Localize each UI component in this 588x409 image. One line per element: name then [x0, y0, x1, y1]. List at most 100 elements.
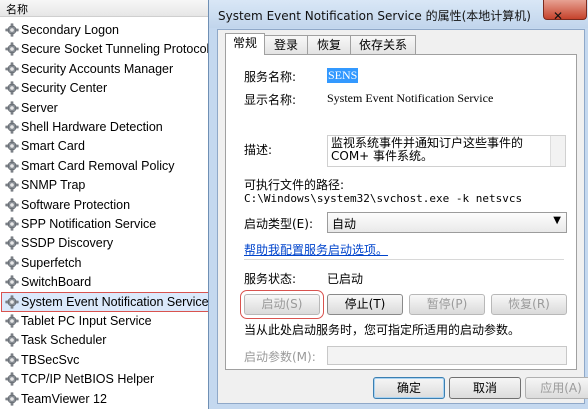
service-name: Smart Card Removal Policy: [21, 158, 175, 173]
resume-button-label: 恢复(R): [508, 297, 550, 311]
pause-button-label: 暂停(P): [426, 297, 468, 311]
service-row[interactable]: SSDP Discovery: [2, 234, 210, 252]
services-list: 名称 Secondary Logon Secure Socket Tunnelin…: [0, 0, 228, 409]
service-row[interactable]: SNMP Trap: [2, 176, 210, 194]
stop-button-label: 停止(T): [344, 297, 386, 311]
service-name: Superfetch: [21, 255, 82, 270]
start-params-label: 启动参数(M):: [244, 350, 316, 364]
column-header-label: 名称: [6, 3, 28, 16]
chevron-down-icon: ▼: [553, 215, 561, 226]
gear-icon: [5, 353, 19, 367]
service-name: Software Protection: [21, 197, 131, 212]
service-name-value[interactable]: SENS: [327, 68, 359, 83]
start-params-input[interactable]: [327, 346, 567, 365]
tab-dependencies[interactable]: 依存关系: [350, 35, 416, 54]
ok-button-label: 确定: [396, 381, 421, 395]
service-row[interactable]: Shell Hardware Detection: [2, 118, 210, 136]
tab-recovery-label: 恢复: [316, 38, 341, 52]
resume-button[interactable]: 恢复(R): [491, 294, 567, 315]
service-row[interactable]: Server: [2, 99, 210, 117]
service-name: SPP Notification Service: [21, 217, 157, 231]
close-icon: ✕: [553, 9, 564, 23]
gear-icon: [5, 198, 19, 212]
gear-icon: [5, 23, 19, 37]
start-button-label: 启动(S): [261, 297, 303, 311]
stop-button[interactable]: 停止(T): [327, 294, 403, 315]
display-name-label: 显示名称:: [244, 93, 297, 107]
service-row[interactable]: SPP Notification Service: [2, 215, 210, 233]
service-row[interactable]: Smart Card Removal Policy: [2, 157, 210, 175]
tab-logon[interactable]: 登录: [264, 35, 308, 54]
gear-icon: [5, 178, 19, 192]
service-name: TCP/IP NetBIOS Helper: [21, 372, 155, 387]
tab-general-label: 常规: [232, 36, 257, 50]
cancel-button[interactable]: 取消: [449, 377, 521, 399]
description-label: 描述:: [244, 143, 273, 157]
gear-icon: [5, 314, 19, 328]
service-status-value: 已启动: [327, 272, 364, 286]
general-tab-panel: 服务名称: SENS 显示名称: System Event Notificati…: [225, 54, 577, 370]
service-status-label: 服务状态:: [244, 272, 297, 286]
tab-dependencies-label: 依存关系: [358, 38, 407, 52]
service-name-label: 服务名称:: [244, 70, 297, 84]
gear-icon: [5, 81, 19, 95]
service-name: Security Accounts Manager: [21, 61, 174, 76]
gear-icon: [5, 217, 19, 231]
service-row[interactable]: Secure Socket Tunneling Protocol Se: [2, 40, 228, 58]
gear-icon: [5, 372, 19, 386]
gear-icon: [5, 392, 19, 406]
service-row[interactable]: TeamViewer 12: [2, 390, 210, 408]
startup-type-label: 启动类型(E):: [244, 217, 313, 231]
gear-icon: [5, 236, 19, 250]
exe-path-value[interactable]: C:\Windows\system32\svchost.exe -k netsv…: [244, 192, 522, 205]
dialog-title: System Event Notification Service 的属性(本地…: [218, 9, 531, 23]
service-name: SNMP Trap: [21, 178, 86, 193]
service-row[interactable]: Security Center: [2, 79, 210, 97]
close-button[interactable]: ✕: [543, 0, 587, 23]
gear-icon: [5, 42, 19, 56]
service-row[interactable]: SwitchBoard: [2, 273, 210, 291]
description-scrollbar[interactable]: [550, 136, 565, 166]
service-name: Secondary Logon: [21, 23, 119, 37]
properties-dialog: System Event Notification Service 的属性(本地…: [208, 0, 588, 409]
column-header-name[interactable]: 名称: [0, 0, 214, 17]
service-row[interactable]: Tablet PC Input Service: [2, 312, 210, 330]
service-row[interactable]: TCP/IP NetBIOS Helper: [2, 370, 210, 388]
gear-icon: [5, 295, 19, 309]
startup-type-select[interactable]: 自动 ▼: [327, 212, 567, 233]
service-row[interactable]: Superfetch: [2, 254, 210, 272]
service-name: Server: [21, 100, 58, 115]
gear-icon: [5, 275, 19, 289]
gear-icon: [5, 333, 19, 347]
service-row[interactable]: TBSecSvc: [2, 351, 210, 369]
description-box[interactable]: 监视系统事件并通知订户这些事件的 COM+ 事件系统。: [327, 135, 566, 167]
start-params-hint: 当从此处启动服务时，您可指定所适用的启动参数。: [244, 323, 521, 337]
tab-general[interactable]: 常规: [225, 33, 265, 55]
service-name: SSDP Discovery: [21, 236, 114, 251]
start-button[interactable]: 启动(S): [240, 290, 324, 319]
apply-button[interactable]: 应用(A): [525, 377, 588, 399]
gear-icon: [5, 62, 19, 76]
service-name: Task Scheduler: [21, 333, 107, 348]
divider: [244, 259, 564, 260]
service-row[interactable]: Task Scheduler: [2, 331, 210, 349]
service-row[interactable]: System Event Notification Service: [1, 291, 211, 312]
gear-icon: [5, 159, 19, 173]
cancel-button-label: 取消: [472, 381, 497, 395]
help-config-link[interactable]: 帮助我配置服务启动选项。: [244, 241, 388, 258]
display-name-value[interactable]: System Event Notification Service: [327, 91, 493, 106]
tab-recovery[interactable]: 恢复: [307, 35, 351, 54]
service-row[interactable]: Secondary Logon: [2, 21, 210, 39]
service-name: TeamViewer 12: [21, 391, 107, 406]
ok-button[interactable]: 确定: [373, 377, 445, 399]
dialog-titlebar[interactable]: System Event Notification Service 的属性(本地…: [209, 0, 588, 28]
apply-button-label: 应用(A): [540, 381, 582, 395]
gear-icon: [5, 101, 19, 115]
service-row[interactable]: Software Protection: [2, 196, 210, 214]
service-row[interactable]: Smart Card: [2, 137, 210, 155]
startup-type-value: 自动: [332, 217, 357, 231]
service-name: SwitchBoard: [21, 275, 92, 290]
service-name: System Event Notification Service: [21, 294, 209, 309]
service-row[interactable]: Security Accounts Manager: [2, 60, 210, 78]
pause-button[interactable]: 暂停(P): [409, 294, 485, 315]
